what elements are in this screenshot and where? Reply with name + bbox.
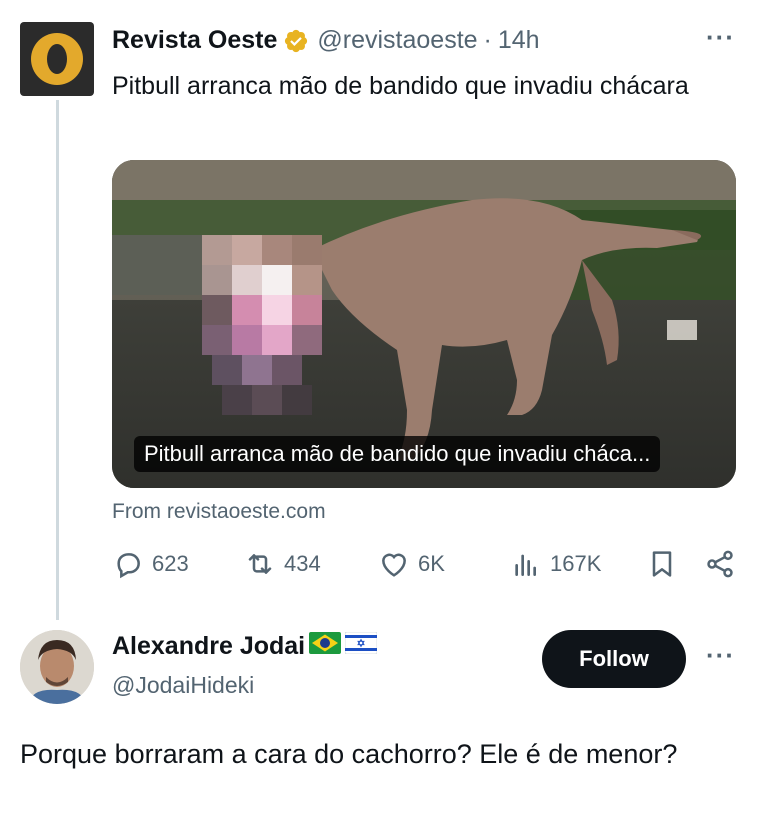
tweet-text: Pitbull arranca mão de bandido que invad… bbox=[112, 72, 689, 100]
tweet-author-name[interactable]: Revista Oeste bbox=[112, 26, 277, 55]
separator-dot: · bbox=[483, 26, 492, 54]
reply-icon bbox=[117, 553, 140, 579]
reply-author-name[interactable]: Alexandre Jodai bbox=[112, 632, 305, 661]
org-logo-icon bbox=[31, 33, 83, 85]
user-avatar[interactable] bbox=[20, 630, 94, 704]
like-count: 6K bbox=[418, 551, 445, 576]
like-button[interactable]: 6K bbox=[378, 548, 445, 580]
reply-more-options-icon[interactable]: ··· bbox=[706, 640, 735, 671]
verified-badge-icon bbox=[283, 28, 309, 54]
link-source[interactable]: From revistaoeste.com bbox=[112, 500, 326, 524]
tweet-action-bar: 623 434 6K 167K bbox=[108, 548, 738, 592]
reply-text: Porque borraram a cara do cachorro? Ele … bbox=[20, 739, 678, 769]
views-count: 167K bbox=[550, 551, 602, 576]
bookmark-icon bbox=[652, 551, 672, 577]
media-caption: Pitbull arranca mão de bandido que invad… bbox=[134, 436, 661, 472]
thread-connector-line bbox=[56, 100, 59, 620]
share-icon bbox=[707, 550, 733, 578]
tweet-author-handle[interactable]: @revistaoeste bbox=[317, 26, 477, 55]
bookmark-button[interactable] bbox=[646, 548, 686, 580]
reply-button[interactable]: 623 bbox=[112, 548, 189, 580]
israel-flag-icon bbox=[344, 631, 378, 661]
avatar-photo bbox=[20, 630, 94, 704]
reply-author-row: Alexandre Jodai bbox=[112, 631, 378, 661]
brazil-flag-icon bbox=[309, 632, 342, 661]
reply-author-handle[interactable]: @JodaiHideki bbox=[112, 672, 254, 699]
follow-button[interactable]: Follow bbox=[542, 630, 686, 688]
reply-count: 623 bbox=[152, 551, 189, 576]
retweet-count: 434 bbox=[284, 551, 321, 576]
retweet-icon bbox=[248, 554, 272, 574]
revista-oeste-avatar[interactable] bbox=[20, 22, 94, 96]
tweet-header: Revista Oeste @revistaoeste · 14h bbox=[112, 26, 540, 55]
retweet-button[interactable]: 434 bbox=[244, 548, 321, 580]
tweet-more-options-icon[interactable]: ··· bbox=[706, 22, 735, 53]
views-button[interactable]: 167K bbox=[510, 548, 601, 580]
tweet-timestamp[interactable]: 14h bbox=[498, 26, 540, 55]
views-icon bbox=[515, 554, 536, 576]
share-button[interactable] bbox=[704, 548, 744, 580]
like-icon bbox=[382, 553, 406, 577]
link-card-image[interactable]: Pitbull arranca mão de bandido que invad… bbox=[112, 160, 736, 488]
